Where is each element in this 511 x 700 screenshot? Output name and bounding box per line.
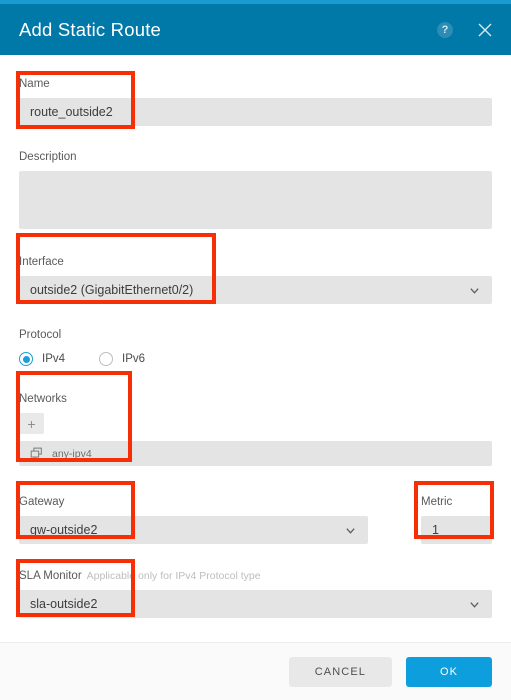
sla-monitor-label: SLA Monitor Applicable only for IPv4 Prot… [19,569,492,583]
description-textarea[interactable] [19,171,492,229]
sla-monitor-select[interactable]: sla-outside2 [19,590,492,618]
dialog-footer: CANCEL OK [0,642,511,700]
add-network-button[interactable]: + [19,413,44,434]
name-input[interactable]: route_outside2 [19,98,492,126]
sla-monitor-hint: Applicable only for IPv4 Protocol type [86,570,261,582]
radio-ipv4-indicator [19,352,33,366]
sla-monitor-label-text: SLA Monitor [19,570,82,582]
help-circle-icon[interactable]: ? [437,21,453,38]
chevron-down-icon [469,599,480,610]
cancel-button[interactable]: CANCEL [288,656,392,687]
ok-button[interactable]: OK [406,656,492,687]
radio-ipv4[interactable]: IPv4 [19,352,65,366]
metric-input[interactable]: 1 [421,516,492,544]
dialog-title: Add Static Route [19,18,162,40]
dialog-titlebar: Add Static Route ? [0,4,511,55]
add-static-route-dialog: Add Static Route ? Name route_outside2 D… [0,0,511,700]
chevron-down-icon [345,525,356,536]
gateway-select[interactable]: gw-outside2 [19,516,368,544]
field-gateway: Gateway gw-outside2 [19,495,368,544]
protocol-radio-group: IPv4 IPv6 [19,349,319,369]
description-label: Description [19,151,77,163]
dialog-form-body: Name route_outside2 Description Interfac… [0,55,511,642]
gateway-label: Gateway [19,496,65,508]
gateway-selected-value: gw-outside2 [30,523,98,537]
field-interface: Interface outside2 (GigabitEthernet0/2) [19,255,492,304]
name-label: Name [19,78,50,90]
sla-monitor-selected-value: sla-outside2 [30,597,98,611]
protocol-label: Protocol [19,329,62,341]
radio-ipv4-label: IPv4 [42,353,66,365]
network-object-icon [30,447,43,460]
field-sla-monitor: SLA Monitor Applicable only for IPv4 Prot… [19,569,492,618]
radio-ipv6-indicator [99,352,114,366]
interface-label: Interface [19,256,64,268]
radio-ipv6[interactable]: IPv6 [99,352,145,366]
chevron-down-icon [469,285,480,296]
interface-selected-value: outside2 (GigabitEthernet0/2) [30,283,194,297]
field-name: Name route_outside2 [19,77,492,126]
interface-select[interactable]: outside2 (GigabitEthernet0/2) [19,276,492,304]
radio-ipv6-label: IPv6 [122,353,146,365]
field-protocol: Protocol IPv4 IPv6 [19,328,319,369]
field-networks: Networks + any-ipv4 [19,392,492,466]
metric-label: Metric [421,496,453,508]
networks-label: Networks [19,393,67,405]
field-metric: Metric 1 [421,495,492,544]
network-item-name: any-ipv4 [52,447,92,460]
close-icon[interactable] [475,20,495,40]
networks-list-item[interactable]: any-ipv4 [19,441,492,466]
field-description: Description [19,150,492,229]
